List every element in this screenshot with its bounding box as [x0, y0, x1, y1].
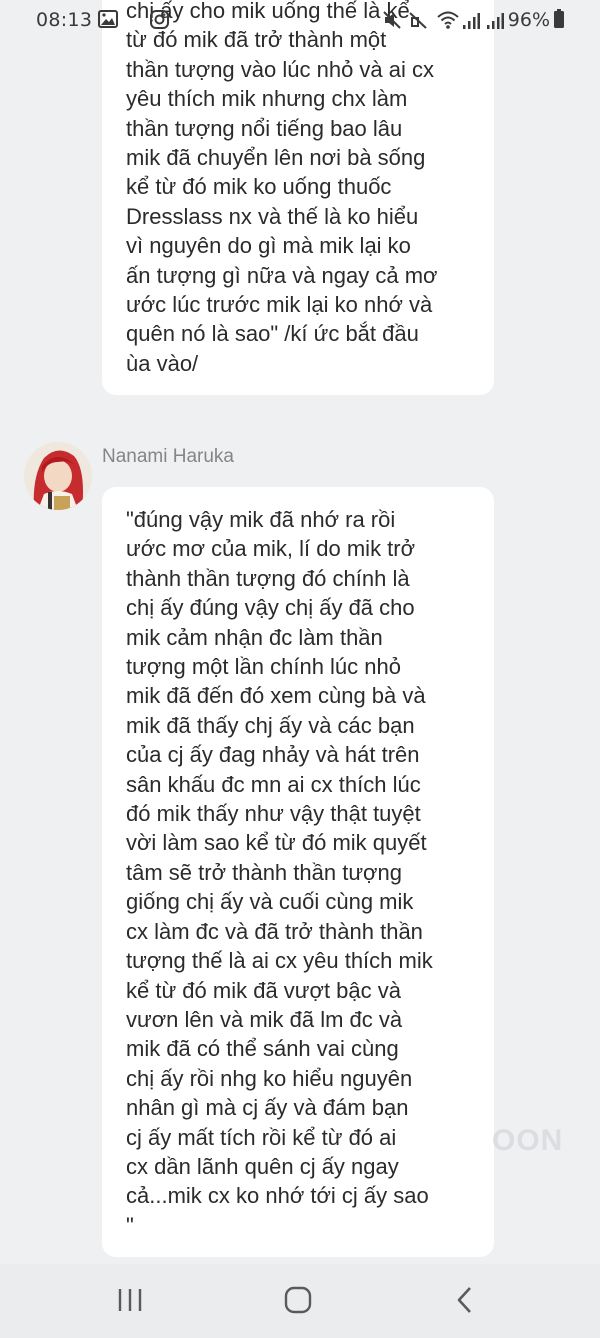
signal-icon	[462, 10, 480, 34]
muted-notification-icon	[408, 10, 428, 34]
sender-name: Nanami Haruka	[102, 446, 234, 467]
battery-percentage: 96%	[507, 9, 550, 31]
home-icon[interactable]	[284, 1286, 312, 1319]
wifi-icon	[436, 10, 460, 34]
recent-apps-icon[interactable]	[116, 1286, 144, 1319]
status-bar: 08:13 96%	[0, 0, 600, 40]
status-time: 08:13	[36, 9, 93, 31]
message-bubble: "đúng vậy mik đã nhớ ra rồi ước mơ của m…	[102, 487, 494, 1257]
back-icon[interactable]	[454, 1286, 478, 1319]
gallery-icon	[98, 10, 118, 32]
navigation-bar	[0, 1264, 600, 1338]
avatar[interactable]	[24, 442, 92, 510]
message-text: "đúng vậy mik đã nhớ ra rồi ước mơ của m…	[126, 507, 433, 1238]
battery-icon	[553, 9, 565, 33]
instagram-icon	[150, 10, 169, 33]
signal-icon-2	[486, 10, 504, 34]
watermark: OON	[492, 1124, 564, 1157]
message-bubble: chị ấy cho mik uống thế là kể từ đó mik …	[102, 0, 494, 395]
mute-icon	[382, 10, 402, 34]
message-text: chị ấy cho mik uống thế là kể từ đó mik …	[126, 0, 438, 376]
